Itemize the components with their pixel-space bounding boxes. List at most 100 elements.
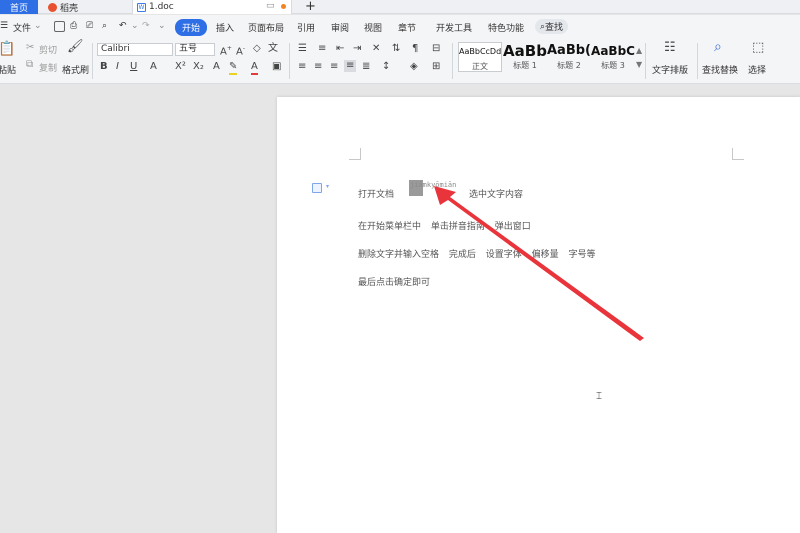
italic-icon[interactable]: I xyxy=(116,61,119,73)
style-heading-2-label: 标题 2 xyxy=(557,61,581,70)
font-size-value: 五号 xyxy=(179,44,198,54)
find-replace-button[interactable]: 查找替换 xyxy=(702,63,738,76)
align-center-icon[interactable]: ≡ xyxy=(314,61,322,73)
shrink-font-icon[interactable]: A- xyxy=(236,43,245,58)
line-spacing-icon[interactable]: ↕ xyxy=(382,61,390,73)
styles-scroll-down-icon[interactable]: ▼ xyxy=(636,59,642,71)
style-heading-3-sample: AaBbC xyxy=(591,44,635,58)
strikethrough-icon[interactable]: A xyxy=(150,61,157,73)
ribbon-start: 📋 粘贴 ✂ 剪切 ⧉ 复制 🖌 格式刷 Calibri 五号 A+ A- ◇ … xyxy=(0,39,800,84)
style-normal-label: 正文 xyxy=(472,62,488,71)
ribbon-separator xyxy=(452,43,453,79)
text-layout-button[interactable]: 文字排版 xyxy=(652,63,688,76)
paragraph-dropdown-icon[interactable]: ▾ xyxy=(326,183,329,190)
find-replace-icon[interactable]: ⌕ xyxy=(714,40,722,54)
tab-home-label: 首页 xyxy=(9,3,28,14)
document-page[interactable]: ▾ 打开文档 jiāmkyōmiān 选中文字内容 在开始菜单栏中 单击拼音指南… xyxy=(277,97,800,533)
tab-developer[interactable]: 开发工具 xyxy=(436,21,472,34)
tab-daoke[interactable]: 稻壳 xyxy=(44,0,114,14)
tab-features[interactable]: 特色功能 xyxy=(488,21,524,34)
cut-button[interactable]: 剪切 xyxy=(39,43,57,56)
file-menu[interactable]: 文件 xyxy=(13,21,31,34)
select-icon[interactable]: ⬚ xyxy=(752,41,764,54)
copy-button[interactable]: 复制 xyxy=(39,61,57,74)
font-size-select[interactable]: 五号 xyxy=(175,43,215,56)
pinyin-guide-icon[interactable]: 文 xyxy=(268,43,278,55)
bullets-icon[interactable]: ☰ xyxy=(298,43,307,55)
tab-insert[interactable]: 插入 xyxy=(216,21,234,34)
align-left-icon[interactable]: ≡ xyxy=(298,61,306,73)
styles-scroll-up-icon[interactable]: ▲ xyxy=(636,45,642,57)
new-tab-button[interactable]: + xyxy=(305,0,316,14)
tab-chapter[interactable]: 章节 xyxy=(398,21,416,34)
style-normal-sample: AaBbCcDd xyxy=(459,47,501,56)
grow-font-icon[interactable]: A+ xyxy=(220,43,232,58)
decrease-indent-icon[interactable]: ⇤ xyxy=(336,43,344,55)
tab-view[interactable]: 视图 xyxy=(364,21,382,34)
align-right-icon[interactable]: ≡ xyxy=(330,61,338,73)
monitor-icon[interactable]: ▭ xyxy=(266,1,275,11)
document-workspace: ▾ 打开文档 jiāmkyōmiān 选中文字内容 在开始菜单栏中 单击拼音指南… xyxy=(0,85,800,533)
select-button[interactable]: 选择 xyxy=(748,63,766,76)
tab-home[interactable]: 首页 xyxy=(0,0,38,14)
format-painter-button[interactable]: 格式刷 xyxy=(62,63,89,76)
borders-icon[interactable]: ⊞ xyxy=(432,61,440,73)
file-dropdown-icon[interactable]: ⌄ xyxy=(34,21,42,31)
format-painter-icon[interactable]: 🖌 xyxy=(67,40,84,53)
style-heading-1[interactable]: AaBb 标题 1 xyxy=(503,42,547,72)
highlight-icon[interactable]: ✎ xyxy=(229,61,238,75)
table-lines-icon[interactable]: ⊟ xyxy=(432,43,440,55)
shading-icon[interactable]: ◈ xyxy=(410,61,418,73)
tab-page-layout[interactable]: 页面布局 xyxy=(248,21,284,34)
distribute-icon[interactable]: ≣ xyxy=(362,61,370,73)
text-layout-icon[interactable]: ☷ xyxy=(664,41,676,54)
menu-bar: ☰ 文件 ⌄ ⎙ ⎚ ⌕ ↶ ⌄ ↷ ⌄ 开始 插入 页面布局 引用 审阅 视图… xyxy=(0,15,800,39)
underline-icon[interactable]: U xyxy=(130,61,137,73)
ribbon-separator xyxy=(289,43,290,79)
show-marks-icon[interactable]: ¶ xyxy=(412,43,418,55)
unsaved-dot-icon xyxy=(281,4,286,9)
justify-icon[interactable]: ≡ xyxy=(344,60,357,72)
print-icon[interactable]: ⎚ xyxy=(86,21,93,31)
chinese-layout-icon[interactable]: ✕ xyxy=(372,43,380,55)
tab-daoke-label: 稻壳 xyxy=(60,3,79,14)
paste-icon[interactable]: 📋 xyxy=(0,42,15,56)
undo-dropdown-icon[interactable]: ⌄ xyxy=(131,21,139,31)
quick-access-dropdown-icon[interactable]: ⌄ xyxy=(158,21,166,31)
font-color-icon[interactable]: A xyxy=(251,61,258,75)
hamburger-icon[interactable]: ☰ xyxy=(0,21,8,31)
numbering-icon[interactable]: ≡ xyxy=(318,43,326,55)
margin-corner-top-right xyxy=(732,148,744,160)
redo-icon[interactable]: ↷ xyxy=(142,21,150,31)
tab-document-label: 1.doc xyxy=(149,2,174,12)
cut-icon[interactable]: ✂ xyxy=(26,42,34,54)
search-command[interactable]: ⌕ 查找 xyxy=(535,19,569,34)
tab-start[interactable]: 开始 xyxy=(175,19,208,36)
export-pdf-icon[interactable]: ⎙ xyxy=(70,21,77,31)
copy-icon[interactable]: ⧉ xyxy=(26,59,33,71)
paragraph-handle-icon[interactable] xyxy=(312,183,322,193)
save-icon[interactable] xyxy=(54,21,65,32)
doc-line-2: 在开始菜单栏中 单击拼音指南 弹出窗口 xyxy=(358,222,531,232)
char-border-icon[interactable]: ▣ xyxy=(272,61,281,73)
subscript-icon[interactable]: X₂ xyxy=(193,61,204,73)
sort-icon[interactable]: ⇅ xyxy=(392,43,400,55)
style-heading-2[interactable]: AaBb( 标题 2 xyxy=(547,42,591,72)
style-normal[interactable]: AaBbCcDd 正文 xyxy=(458,42,502,72)
superscript-icon[interactable]: X² xyxy=(175,61,186,73)
doc-line-4: 最后点击确定即可 xyxy=(358,278,431,288)
undo-icon[interactable]: ↶ xyxy=(119,21,127,31)
bold-icon[interactable]: B xyxy=(100,61,108,73)
word-doc-icon: W xyxy=(137,2,146,12)
print-preview-icon[interactable]: ⌕ xyxy=(102,21,107,31)
font-name-select[interactable]: Calibri xyxy=(97,43,173,56)
ribbon-separator xyxy=(697,43,698,79)
text-effect-icon[interactable]: A xyxy=(213,61,220,73)
tab-references[interactable]: 引用 xyxy=(297,21,315,34)
paste-button[interactable]: 粘贴 xyxy=(0,63,16,76)
style-heading-3[interactable]: AaBbC 标题 3 xyxy=(591,42,635,72)
ribbon-separator xyxy=(645,43,646,79)
clear-format-icon[interactable]: ◇ xyxy=(253,43,261,55)
increase-indent-icon[interactable]: ⇥ xyxy=(353,43,361,55)
tab-review[interactable]: 审阅 xyxy=(331,21,349,34)
